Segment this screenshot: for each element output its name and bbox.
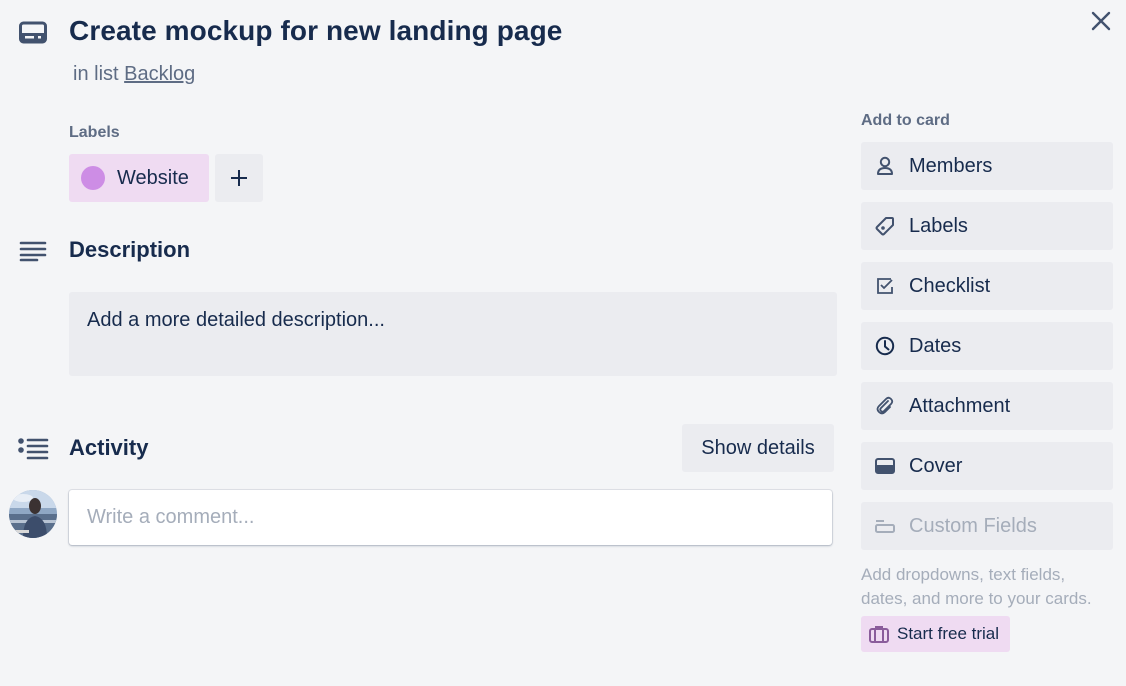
description-editor[interactable]: Add a more detailed description... [69,292,837,376]
close-button[interactable] [1086,6,1116,36]
description-heading: Description [69,237,191,262]
start-free-trial-label: Start free trial [897,624,1000,643]
labels-heading: Labels [69,124,120,141]
close-icon [1091,11,1111,31]
cover-label: Cover [909,454,963,477]
members-label: Members [909,154,993,177]
avatar[interactable] [9,490,57,538]
labels-button[interactable]: Labels [861,202,1113,250]
list-link[interactable]: Backlog [124,63,195,85]
add-to-card-heading: Add to card [861,112,950,129]
checklist-icon [875,276,895,296]
card-title[interactable]: Create mockup for new landing page [69,15,562,47]
member-icon [875,156,895,176]
attachment-button[interactable]: Attachment [861,382,1113,430]
dates-label: Dates [909,334,962,357]
start-free-trial-button[interactable]: Start free trial [861,616,1010,652]
cover-button[interactable]: Cover [861,442,1113,490]
checklist-button[interactable]: Checklist [861,262,1113,310]
in-list-prefix: in list [73,63,119,85]
description-icon [19,240,47,262]
briefcase-icon [869,625,889,643]
clock-icon [875,336,895,356]
custom-fields-button[interactable]: Custom Fields [861,502,1113,550]
card-icon [19,21,47,45]
attachment-label: Attachment [909,394,1011,417]
label-text: Website [117,166,189,189]
members-button[interactable]: Members [861,142,1113,190]
paperclip-icon [875,396,895,416]
show-details-button[interactable]: Show details [682,424,834,472]
list-breadcrumb: in list Backlog [73,63,195,86]
custom-fields-label: Custom Fields [909,514,1037,537]
labels-label: Labels [909,214,968,237]
checklist-label: Checklist [909,274,991,297]
activity-icon [17,437,49,461]
activity-heading: Activity [69,435,149,460]
comment-input[interactable] [69,490,832,545]
dates-button[interactable]: Dates [861,322,1113,370]
label-chip-website[interactable]: Website [69,154,209,202]
cover-icon [875,456,895,476]
label-color-dot [81,166,105,190]
add-label-button[interactable] [215,154,263,202]
label-icon [875,216,895,236]
custom-fields-icon [875,516,895,536]
plus-icon [231,170,247,186]
custom-fields-upsell-text: Add dropdowns, text fields, dates, and m… [861,565,1092,608]
